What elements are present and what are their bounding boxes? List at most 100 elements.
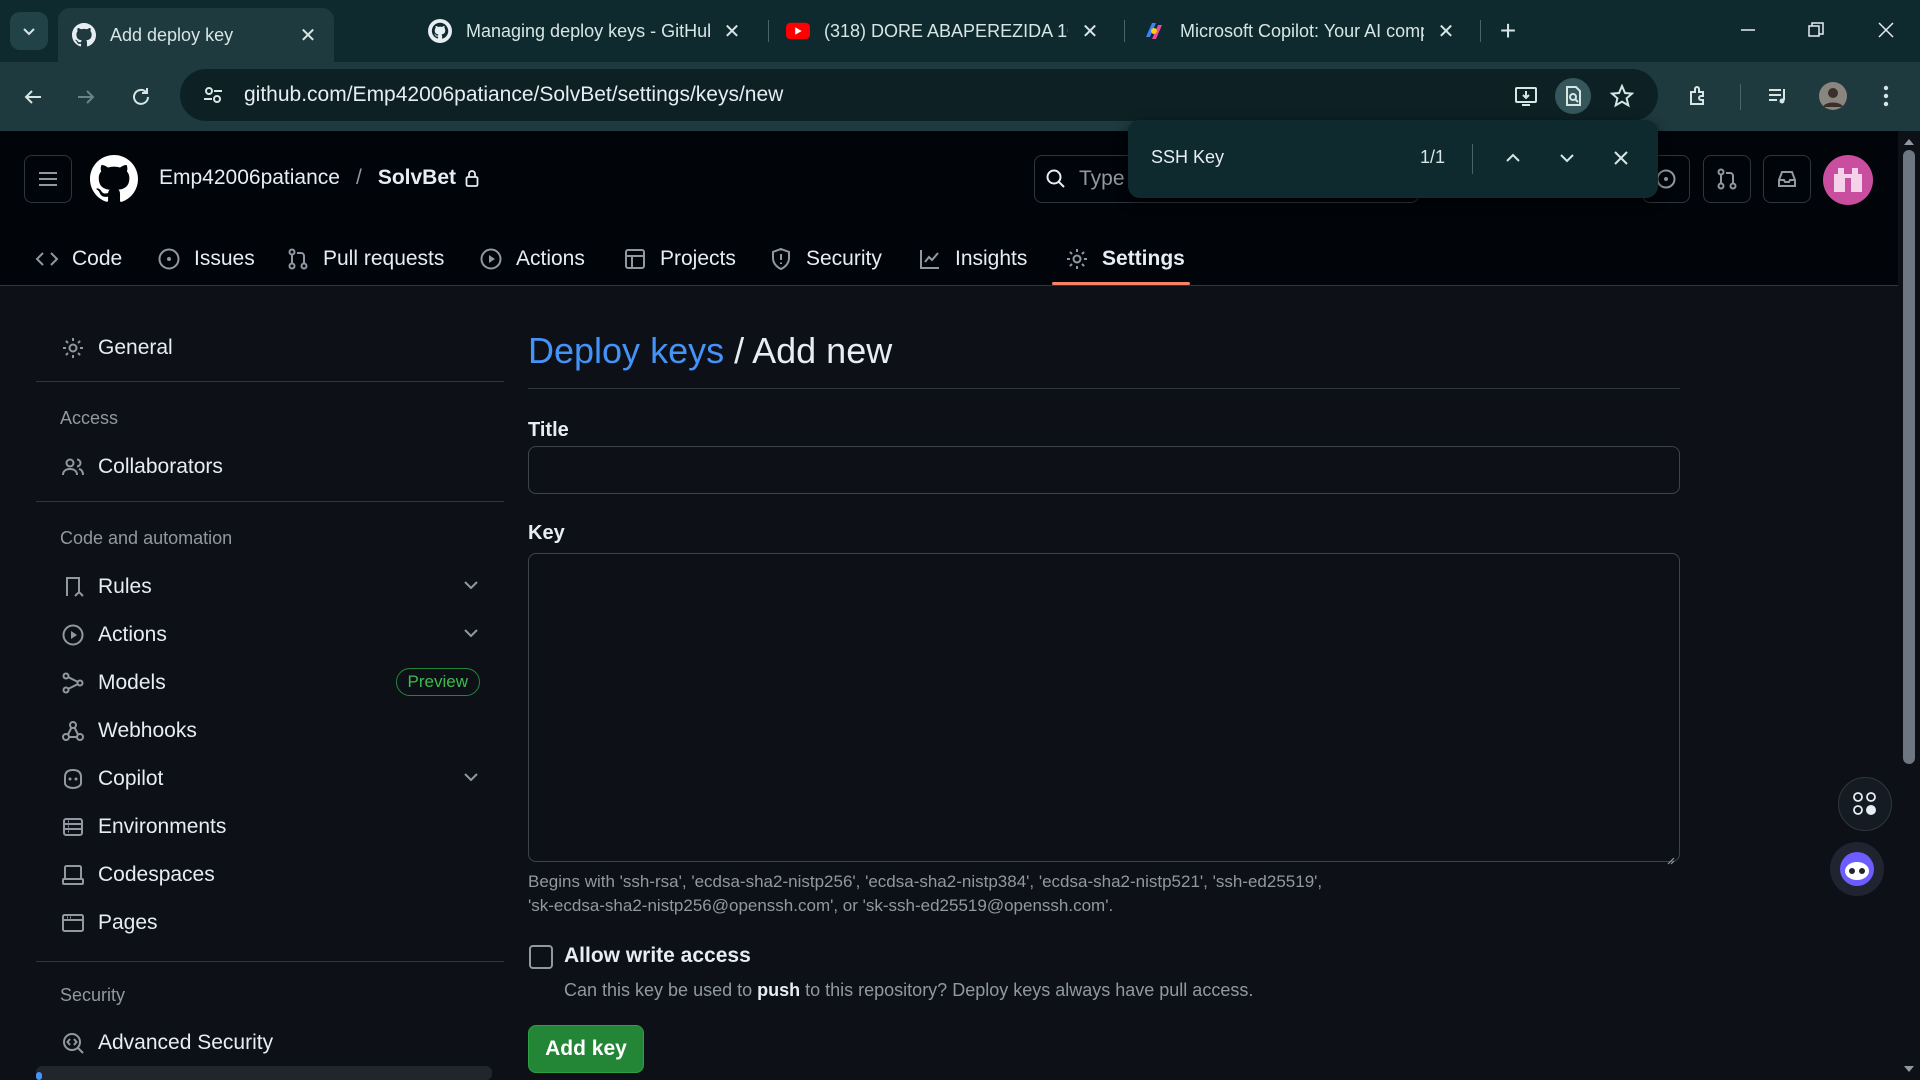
page-title: Deploy keys / Add new — [528, 330, 892, 372]
repo-tab-settings[interactable]: Settings — [1064, 232, 1185, 286]
scroll-down-icon[interactable] — [1903, 1062, 1915, 1074]
write-access-help: Can this key be used to push to this rep… — [564, 980, 1253, 1001]
issue-icon — [156, 246, 182, 272]
global-menu-button[interactable] — [24, 155, 72, 203]
close-tab-icon[interactable]: ✕ — [296, 23, 320, 48]
close-tab-icon[interactable]: ✕ — [1434, 19, 1458, 44]
address-bar[interactable]: github.com/Emp42006patiance/SolvBet/sett… — [180, 69, 1658, 121]
find-previous-icon[interactable] — [1500, 145, 1526, 176]
user-avatar[interactable] — [1823, 155, 1873, 205]
sidebar-item-advanced-security[interactable]: Advanced Security — [60, 1023, 480, 1063]
tab-search-button[interactable] — [10, 12, 48, 50]
browser-menu-icon[interactable] — [1868, 78, 1904, 114]
key-textarea[interactable] — [528, 553, 1680, 862]
sidebar-item-label: Collaborators — [98, 455, 223, 478]
allow-write-access-label[interactable]: Allow write access — [564, 944, 751, 968]
sidebar-item-pages[interactable]: Pages — [60, 903, 480, 943]
new-tab-button[interactable]: + — [1491, 14, 1525, 48]
gear-icon — [1064, 246, 1090, 272]
repo-link[interactable]: SolvBet — [378, 166, 456, 190]
youtube-icon — [786, 19, 810, 43]
minimize-button[interactable] — [1718, 10, 1778, 50]
sidebar-item-collaborators[interactable]: Collaborators — [60, 447, 480, 487]
chevron-down-icon[interactable] — [462, 768, 480, 791]
help-text-pre: Can this key be used to — [564, 980, 758, 1000]
sidebar-item-environments[interactable]: Environments — [60, 807, 480, 847]
repo-tab-pull-requests[interactable]: Pull requests — [285, 232, 444, 286]
repo-tab-actions[interactable]: Actions — [478, 232, 585, 286]
apps-grid-icon — [1853, 792, 1876, 815]
hamburger-icon — [39, 172, 57, 186]
repo-tab-label: Projects — [660, 247, 736, 270]
media-control-icon[interactable] — [1760, 78, 1796, 114]
sidebar-item-label: Codespaces — [98, 863, 215, 886]
webhook-icon — [60, 718, 86, 744]
sidebar-divider — [36, 961, 504, 962]
install-app-icon[interactable] — [1508, 78, 1544, 114]
github-logo-icon[interactable] — [90, 155, 139, 203]
repo-tab-projects[interactable]: Projects — [622, 232, 736, 286]
find-in-page-icon[interactable] — [1555, 78, 1591, 114]
allow-write-access-checkbox[interactable] — [529, 945, 553, 969]
close-tab-icon[interactable]: ✕ — [1078, 19, 1102, 44]
sidebar-item-webhooks[interactable]: Webhooks — [60, 711, 480, 751]
repo-tab-label: Code — [72, 247, 123, 270]
sidebar-item-rules[interactable]: Rules — [60, 567, 480, 607]
add-key-button[interactable]: Add key — [528, 1025, 644, 1073]
chevron-down-icon[interactable] — [462, 576, 480, 599]
play-icon — [478, 246, 504, 272]
find-next-icon[interactable] — [1554, 145, 1580, 176]
repo-tab-security[interactable]: Security — [768, 232, 882, 286]
reload-button[interactable] — [122, 78, 160, 116]
site-info-icon[interactable] — [198, 80, 228, 110]
restore-icon — [1808, 22, 1824, 37]
pull-request-icon — [285, 246, 311, 272]
repo-tab-label: Pull requests — [323, 247, 445, 270]
sidebar-item-actions[interactable]: Actions — [60, 615, 480, 655]
copilot-apps-button[interactable] — [1838, 777, 1892, 831]
back-button[interactable] — [14, 78, 52, 116]
resize-handle-icon[interactable] — [1665, 852, 1675, 865]
tab-separator — [1124, 20, 1125, 42]
repo-push-icon — [60, 574, 86, 600]
scrollbar-thumb[interactable] — [1903, 150, 1915, 764]
deploy-keys-link[interactable]: Deploy keys — [528, 330, 724, 371]
close-window-button[interactable] — [1856, 10, 1916, 50]
issue-icon — [1656, 169, 1676, 189]
find-input[interactable]: SSH Key — [1151, 147, 1224, 168]
pull-requests-button[interactable] — [1703, 155, 1751, 203]
restore-button[interactable] — [1786, 10, 1846, 50]
close-tab-icon[interactable]: ✕ — [720, 19, 744, 44]
profile-avatar[interactable] — [1815, 78, 1851, 114]
browser-icon — [60, 910, 86, 936]
pull-request-icon — [1717, 168, 1737, 190]
repo-tab-issues[interactable]: Issues — [156, 232, 255, 286]
repo-tab-insights[interactable]: Insights — [917, 232, 1027, 286]
extensions-icon[interactable] — [1681, 78, 1717, 114]
chevron-down-icon[interactable] — [462, 624, 480, 647]
assistant-bot-button[interactable] — [1830, 842, 1884, 896]
sidebar-item-copilot[interactable]: Copilot — [60, 759, 480, 799]
forward-button[interactable] — [67, 78, 105, 116]
lock-icon — [465, 169, 479, 187]
tab-managing-deploy-keys[interactable]: Managing deploy keys - GitHub ✕ — [414, 8, 758, 54]
arrow-left-icon — [24, 90, 41, 104]
arrow-right-icon — [78, 90, 95, 104]
scroll-up-icon[interactable] — [1903, 135, 1915, 147]
tab-add-deploy-key[interactable]: Add deploy key ✕ — [58, 8, 334, 62]
sidebar-item-general[interactable]: General — [60, 328, 480, 368]
sidebar-item-codespaces[interactable]: Codespaces — [60, 855, 480, 895]
title-input[interactable] — [528, 446, 1680, 494]
find-in-page-bar: SSH Key 1/1 — [1128, 120, 1658, 198]
tab-copilot[interactable]: Microsoft Copilot: Your AI comp ✕ — [1128, 8, 1472, 54]
title-separator: / — [724, 330, 753, 371]
find-close-icon[interactable] — [1608, 145, 1634, 176]
tab-youtube[interactable]: (318) DORE ABAPEREZIDA 10 B ✕ — [772, 8, 1116, 54]
inbox-button[interactable] — [1763, 155, 1811, 203]
sidebar-selected-item[interactable] — [36, 1066, 492, 1080]
bookmark-star-icon[interactable] — [1604, 78, 1640, 114]
owner-link[interactable]: Emp42006patiance — [159, 166, 340, 190]
sidebar-item-models[interactable]: Models Preview — [60, 663, 480, 703]
models-icon — [60, 670, 86, 696]
repo-tab-code[interactable]: Code — [34, 232, 122, 286]
